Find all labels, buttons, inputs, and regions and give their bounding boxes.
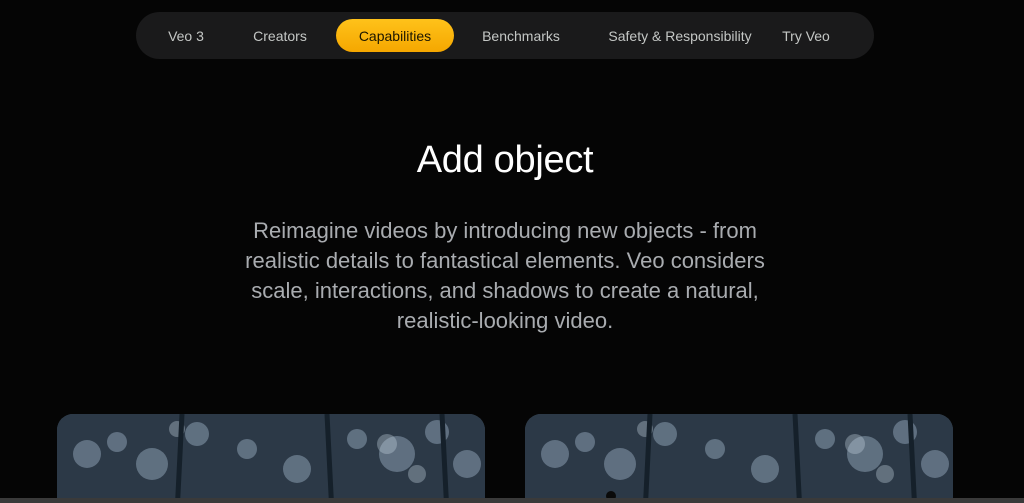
- nav-item-veo3[interactable]: Veo 3: [148, 19, 224, 52]
- section-title: Add object: [416, 139, 594, 182]
- top-nav: Veo 3 Creators Capabilities Benchmarks S…: [136, 12, 874, 59]
- nav-item-safety-responsibility[interactable]: Safety & Responsibility: [588, 19, 772, 52]
- video-card-left[interactable]: [57, 414, 485, 503]
- forest-video-thumbnail: [57, 414, 485, 503]
- video-card-right[interactable]: [525, 414, 953, 503]
- nav-item-benchmarks[interactable]: Benchmarks: [454, 19, 588, 52]
- section-description: Reimagine videos by introducing new obje…: [245, 218, 765, 333]
- page: Veo 3 Creators Capabilities Benchmarks S…: [0, 0, 1024, 503]
- window-bottom-edge: [0, 498, 1024, 503]
- nav-item-try-veo[interactable]: Try Veo: [772, 19, 840, 52]
- forest-video-thumbnail: [525, 414, 953, 503]
- nav-item-creators[interactable]: Creators: [224, 19, 336, 52]
- nav-item-capabilities[interactable]: Capabilities: [336, 19, 454, 52]
